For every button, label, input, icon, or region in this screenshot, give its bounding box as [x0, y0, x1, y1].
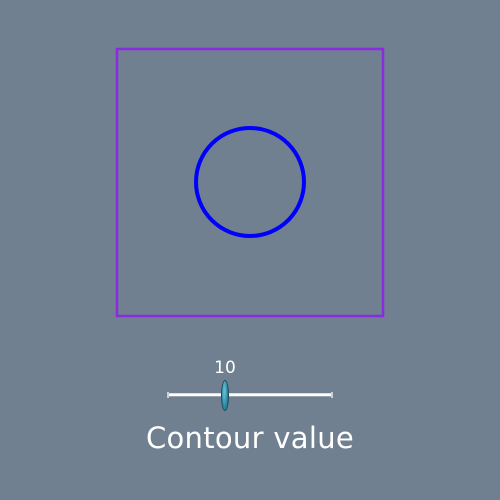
- slider-track-end-right: [331, 392, 333, 398]
- slider-track[interactable]: [168, 393, 332, 397]
- slider-title: Contour value: [145, 421, 355, 455]
- outline-box: [115, 47, 385, 318]
- slider-track-end-left: [167, 392, 169, 398]
- contour-circle: [194, 126, 306, 238]
- slider-value-label: 10: [214, 358, 236, 378]
- slider-handle[interactable]: [221, 380, 229, 411]
- contour-slider[interactable]: 10: [160, 355, 340, 415]
